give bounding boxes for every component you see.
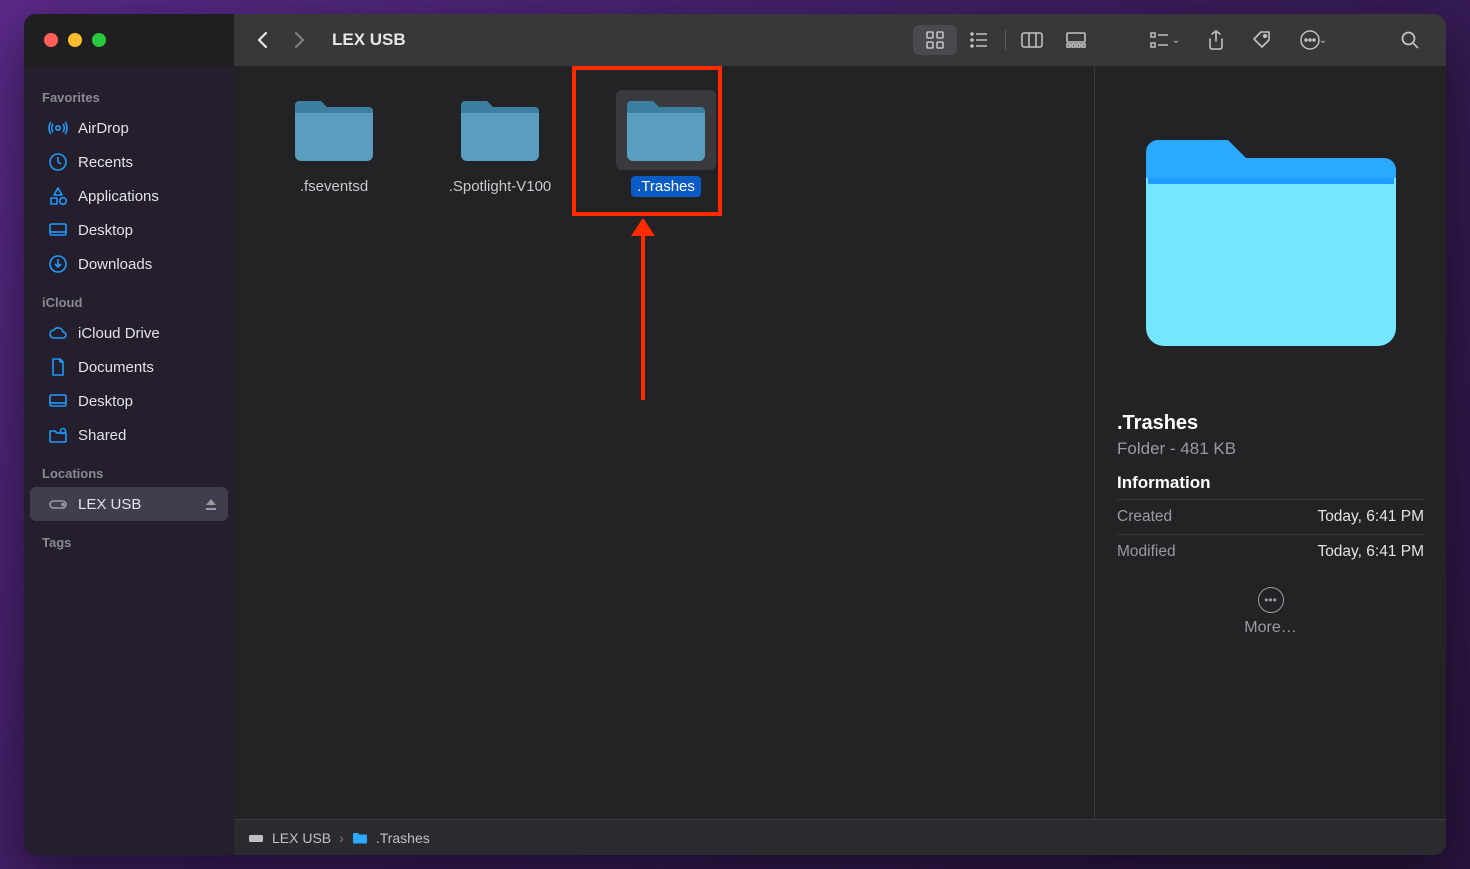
sidebar-item-label: Shared xyxy=(78,427,126,444)
sidebar-item-label: LEX USB xyxy=(78,496,141,513)
document-icon xyxy=(48,357,68,377)
sidebar-item-desktop-icloud[interactable]: Desktop xyxy=(30,384,228,418)
path-bar: LEX USB › .Trashes xyxy=(234,819,1446,855)
sidebar-section-tags: Tags xyxy=(24,521,234,556)
toolbar: LEX USB ⌄ xyxy=(234,14,1446,66)
sidebar-item-label: Applications xyxy=(78,188,159,205)
folder-item[interactable]: .Spotlight-V100 xyxy=(420,84,580,203)
folder-icon xyxy=(284,90,384,170)
cloud-icon xyxy=(48,323,68,343)
preview-panel: .Trashes Folder - 481 KB Information Cre… xyxy=(1094,66,1446,819)
drive-icon xyxy=(248,831,264,845)
window-body: Favorites AirDrop Recents Applications D… xyxy=(24,66,1446,855)
file-grid[interactable]: .fseventsd .Spotlight-V100 .Trashes xyxy=(234,66,1094,819)
desktop-icon xyxy=(48,391,68,411)
sidebar-item-shared[interactable]: Shared xyxy=(30,418,228,452)
sidebar-item-airdrop[interactable]: AirDrop xyxy=(30,111,228,145)
minimize-window-button[interactable] xyxy=(68,33,82,47)
sidebar-section-locations: Locations xyxy=(24,452,234,487)
files-pane: .fseventsd .Spotlight-V100 .Trashes xyxy=(234,66,1446,819)
list-view-button[interactable] xyxy=(957,25,1001,55)
folder-icon xyxy=(616,90,716,170)
ellipsis-circle-icon: ••• xyxy=(1258,587,1284,613)
folder-item-selected[interactable]: .Trashes xyxy=(586,84,746,203)
path-segment[interactable]: .Trashes xyxy=(376,830,430,846)
annotation-arrow xyxy=(641,220,645,400)
path-segment[interactable]: LEX USB xyxy=(272,830,331,846)
info-section-header: Information xyxy=(1117,473,1424,499)
zoom-window-button[interactable] xyxy=(92,33,106,47)
chevron-down-icon: ⌄ xyxy=(1172,35,1180,46)
external-drive-icon xyxy=(48,494,68,514)
action-menu-button[interactable]: ⌄ xyxy=(1288,25,1338,55)
download-icon xyxy=(48,254,68,274)
more-label: More… xyxy=(1244,619,1296,637)
column-view-button[interactable] xyxy=(1010,25,1054,55)
chevron-down-icon: ⌄ xyxy=(1319,35,1327,46)
gallery-view-button[interactable] xyxy=(1054,25,1098,55)
info-row-value: Today, 6:41 PM xyxy=(1317,508,1424,526)
info-row-key: Modified xyxy=(1117,543,1176,561)
view-mode-group xyxy=(911,23,1100,57)
sidebar-item-desktop[interactable]: Desktop xyxy=(30,213,228,247)
clock-icon xyxy=(48,152,68,172)
sidebar-item-label: Downloads xyxy=(78,256,152,273)
desktop-icon xyxy=(48,220,68,240)
file-label: .Trashes xyxy=(631,176,701,197)
file-label: .fseventsd xyxy=(294,176,374,197)
back-button[interactable] xyxy=(246,24,278,56)
info-name: .Trashes xyxy=(1117,412,1424,435)
close-window-button[interactable] xyxy=(44,33,58,47)
applications-icon xyxy=(48,186,68,206)
sidebar-item-applications[interactable]: Applications xyxy=(30,179,228,213)
sidebar-item-label: Desktop xyxy=(78,393,133,410)
folder-icon xyxy=(450,90,550,170)
window-title: LEX USB xyxy=(332,30,406,50)
sidebar-item-documents[interactable]: Documents xyxy=(30,350,228,384)
sidebar-item-label: Recents xyxy=(78,154,133,171)
titlebar: LEX USB ⌄ xyxy=(24,14,1446,66)
file-label: .Spotlight-V100 xyxy=(443,176,558,197)
info-row-key: Created xyxy=(1117,508,1172,526)
sidebar-item-label: iCloud Drive xyxy=(78,325,160,342)
content-area: .fseventsd .Spotlight-V100 .Trashes xyxy=(234,66,1446,855)
group-by-button[interactable]: ⌄ xyxy=(1140,25,1190,55)
sidebar-item-lex-usb[interactable]: LEX USB xyxy=(30,487,228,521)
folder-icon xyxy=(352,831,368,845)
info-row-modified: Modified Today, 6:41 PM xyxy=(1117,534,1424,569)
sidebar-item-label: Documents xyxy=(78,359,154,376)
sidebar-item-label: Desktop xyxy=(78,222,133,239)
sidebar-item-label: AirDrop xyxy=(78,120,129,137)
sidebar: Favorites AirDrop Recents Applications D… xyxy=(24,66,234,855)
tags-button[interactable] xyxy=(1242,25,1282,55)
eject-icon[interactable] xyxy=(204,497,218,511)
share-button[interactable] xyxy=(1196,25,1236,55)
shared-folder-icon xyxy=(48,425,68,445)
airdrop-icon xyxy=(48,118,68,138)
folder-item[interactable]: .fseventsd xyxy=(254,84,414,203)
sidebar-section-favorites: Favorites xyxy=(24,76,234,111)
sidebar-item-recents[interactable]: Recents xyxy=(30,145,228,179)
info-row-value: Today, 6:41 PM xyxy=(1317,543,1424,561)
info-kind-size: Folder - 481 KB xyxy=(1117,439,1424,459)
chevron-right-icon: › xyxy=(339,830,344,846)
sidebar-item-downloads[interactable]: Downloads xyxy=(30,247,228,281)
traffic-lights xyxy=(24,33,234,47)
forward-button[interactable] xyxy=(284,24,316,56)
divider xyxy=(1005,30,1006,50)
more-button[interactable]: ••• More… xyxy=(1117,587,1424,637)
sidebar-item-icloud-drive[interactable]: iCloud Drive xyxy=(30,316,228,350)
search-button[interactable] xyxy=(1390,25,1430,55)
preview-thumbnail xyxy=(1117,84,1424,394)
icon-view-button[interactable] xyxy=(913,25,957,55)
info-row-created: Created Today, 6:41 PM xyxy=(1117,499,1424,534)
finder-window: LEX USB ⌄ xyxy=(24,14,1446,855)
sidebar-section-icloud: iCloud xyxy=(24,281,234,316)
